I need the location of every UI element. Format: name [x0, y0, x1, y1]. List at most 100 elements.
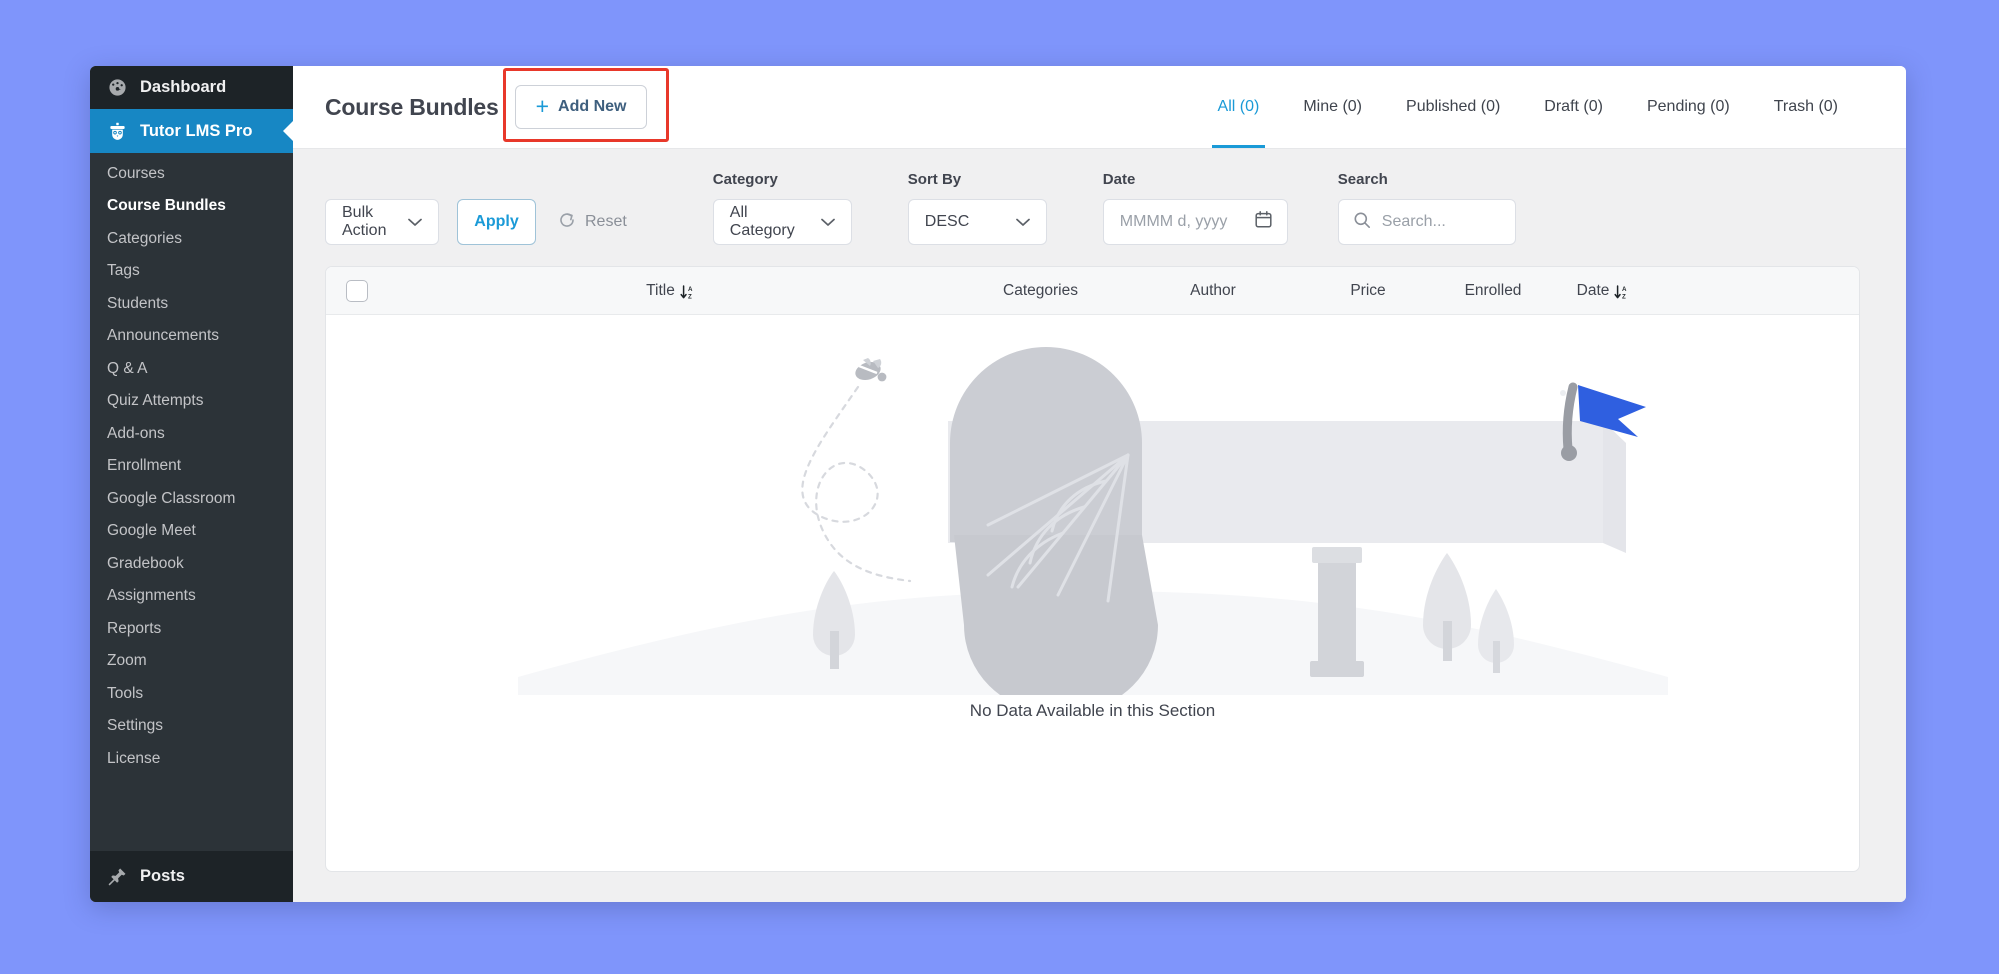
chevron-down-icon: [821, 218, 835, 227]
sidebar-item-tags[interactable]: Tags: [90, 255, 293, 288]
apply-spacer: [439, 171, 536, 189]
column-header-date[interactable]: Date A Z: [1548, 282, 1658, 300]
status-filter-tabs: All (0) Mine (0) Published (0) Draft (0)…: [1196, 66, 1860, 148]
column-categories-label: Categories: [1003, 282, 1078, 300]
svg-text:A: A: [688, 286, 693, 293]
tab-draft[interactable]: Draft (0): [1522, 66, 1625, 148]
sort-by-group: Sort By DESC: [908, 171, 1047, 245]
sidebar-item-settings[interactable]: Settings: [90, 710, 293, 743]
bee: [853, 358, 886, 383]
category-select[interactable]: All Category: [713, 199, 852, 245]
sidebar-item-license[interactable]: License: [90, 742, 293, 775]
plus-icon: +: [536, 95, 549, 118]
column-author-label: Author: [1190, 282, 1236, 300]
column-date-label: Date: [1577, 282, 1610, 300]
tab-published[interactable]: Published (0): [1384, 66, 1522, 148]
sidebar-item-reports[interactable]: Reports: [90, 612, 293, 645]
search-group: Search Search...: [1338, 171, 1516, 245]
date-input[interactable]: MMMM d, yyyy: [1103, 199, 1288, 245]
sidebar-item-add-ons[interactable]: Add-ons: [90, 417, 293, 450]
search-label: Search: [1338, 171, 1516, 189]
tab-trash[interactable]: Trash (0): [1752, 66, 1860, 148]
reset-label: Reset: [585, 213, 627, 231]
sidebar-item-tools[interactable]: Tools: [90, 677, 293, 710]
app-window: Dashboard Tutor LMS Pro Courses Course B: [90, 66, 1906, 902]
admin-sidebar: Dashboard Tutor LMS Pro Courses Course B: [90, 66, 293, 902]
search-input[interactable]: Search...: [1338, 199, 1516, 245]
select-all-cell: [326, 280, 388, 302]
sidebar-item-assignments[interactable]: Assignments: [90, 580, 293, 613]
reset-spacer: [536, 171, 627, 189]
column-header-enrolled: Enrolled: [1438, 282, 1548, 300]
refresh-icon: [558, 211, 576, 234]
apply-group: Apply: [439, 171, 536, 245]
add-new-button[interactable]: + Add New: [515, 85, 648, 129]
date-group: Date MMMM d, yyyy: [1103, 171, 1288, 245]
reset-button[interactable]: Reset: [558, 199, 627, 245]
date-label: Date: [1103, 171, 1288, 189]
sidebar-item-quiz-attempts[interactable]: Quiz Attempts: [90, 385, 293, 418]
category-group: Category All Category: [713, 171, 852, 245]
search-icon: [1353, 211, 1371, 234]
bulk-action-spacer: [325, 171, 439, 189]
bundles-table: Title A Z Categories Author: [325, 266, 1860, 872]
page-title: Course Bundles: [325, 94, 499, 121]
apply-button[interactable]: Apply: [457, 199, 536, 245]
sidebar-item-students[interactable]: Students: [90, 287, 293, 320]
svg-text:A: A: [1622, 286, 1627, 293]
sidebar-item-google-meet[interactable]: Google Meet: [90, 515, 293, 548]
svg-text:Z: Z: [688, 293, 692, 299]
main-content: Course Bundles + Add New All (0) Mine (0…: [293, 66, 1906, 902]
sidebar-item-posts[interactable]: Posts: [90, 850, 293, 902]
sort-by-label: Sort By: [908, 171, 1047, 189]
chevron-down-icon: [1016, 218, 1030, 227]
tab-all[interactable]: All (0): [1196, 66, 1282, 148]
sort-by-value: DESC: [925, 213, 969, 231]
column-header-price: Price: [1298, 282, 1438, 300]
sidebar-posts-label: Posts: [140, 867, 185, 886]
page-header: Course Bundles + Add New All (0) Mine (0…: [293, 66, 1906, 149]
search-placeholder: Search...: [1382, 213, 1446, 231]
tutor-owl-icon: [107, 121, 128, 142]
sidebar-item-course-bundles[interactable]: Course Bundles: [90, 190, 293, 223]
sort-by-select[interactable]: DESC: [908, 199, 1047, 245]
sidebar-submenu: Courses Course Bundles Categories Tags S…: [90, 153, 293, 850]
table-header-row: Title A Z Categories Author: [326, 267, 1859, 315]
chevron-down-icon: [408, 218, 422, 227]
empty-state-message: No Data Available in this Section: [970, 701, 1215, 721]
column-header-author: Author: [1128, 282, 1298, 300]
tab-mine[interactable]: Mine (0): [1281, 66, 1384, 148]
category-label: Category: [713, 171, 852, 189]
bulk-action-select[interactable]: Bulk Action: [325, 199, 439, 245]
sidebar-item-tutor-lms-pro[interactable]: Tutor LMS Pro: [90, 109, 293, 153]
sidebar-brand-label: Tutor LMS Pro: [140, 122, 252, 141]
calendar-icon[interactable]: [1254, 210, 1273, 234]
sidebar-item-gradebook[interactable]: Gradebook: [90, 547, 293, 580]
add-new-wrapper: + Add New: [515, 85, 648, 129]
sidebar-item-categories[interactable]: Categories: [90, 222, 293, 255]
pin-icon: [107, 866, 128, 887]
mailbox-empty-illustration: [518, 325, 1668, 695]
filter-toolbar: Bulk Action Apply: [293, 149, 1906, 245]
select-all-checkbox[interactable]: [346, 280, 368, 302]
dashboard-gauge-icon: [107, 77, 128, 98]
sidebar-item-google-classroom[interactable]: Google Classroom: [90, 482, 293, 515]
column-enrolled-label: Enrolled: [1465, 282, 1522, 300]
column-price-label: Price: [1350, 282, 1385, 300]
bulk-action-group: Bulk Action: [325, 171, 439, 245]
sidebar-item-dashboard[interactable]: Dashboard: [90, 66, 293, 109]
sidebar-dashboard-label: Dashboard: [140, 78, 226, 97]
bulk-action-value: Bulk Action: [342, 204, 394, 240]
table-body-empty-state: No Data Available in this Section: [326, 315, 1859, 871]
sidebar-item-zoom[interactable]: Zoom: [90, 645, 293, 678]
sidebar-item-courses[interactable]: Courses: [90, 157, 293, 190]
sidebar-item-announcements[interactable]: Announcements: [90, 320, 293, 353]
tab-pending[interactable]: Pending (0): [1625, 66, 1752, 148]
column-header-title[interactable]: Title A Z: [388, 282, 953, 300]
svg-text:Z: Z: [1622, 293, 1626, 299]
sidebar-item-enrollment[interactable]: Enrollment: [90, 450, 293, 483]
add-new-label: Add New: [558, 98, 626, 116]
reset-group: Reset: [536, 171, 627, 245]
sort-az-icon: A Z: [680, 284, 695, 300]
sidebar-item-qa[interactable]: Q & A: [90, 352, 293, 385]
